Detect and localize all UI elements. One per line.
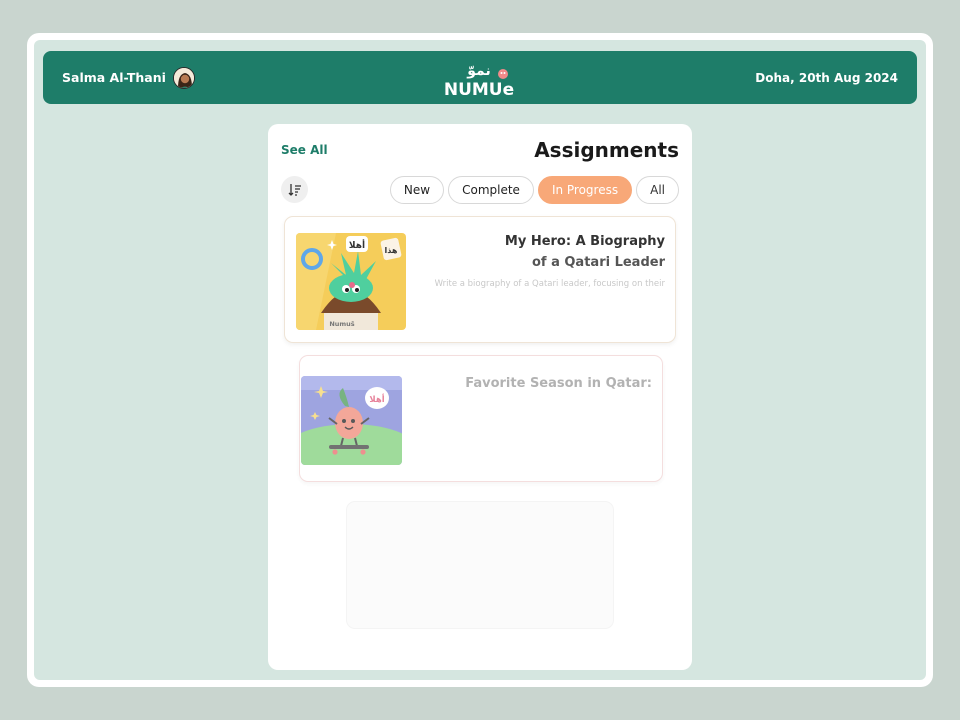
assignment-title-line-2: of a Qatari Leader [531,255,665,270]
filter-in-progress[interactable]: In Progress [537,176,633,204]
assignment-card-placeholder [346,501,614,629]
filter-complete[interactable]: Complete [448,176,534,204]
mascot-palm-illustration: أهلا هذا Numuš [296,233,406,330]
logo-graphic: نموّ NUMUe [444,63,514,100]
assignment-card[interactable]: أهلا Favorite Season in Qatar: [299,355,663,482]
thumb-brand: Numuš [329,320,354,328]
filter-new[interactable]: New [389,176,445,204]
see-all-link[interactable]: See All [281,143,328,157]
assignment-thumbnail: أهلا هذا Numuš [296,233,406,330]
assignment-card[interactable]: أهلا هذا Numuš My Hero: A Biography of a… [284,216,676,343]
numue-logo[interactable]: نموّ NUMUe [443,60,519,100]
logo-arabic: نموّ [466,63,490,79]
page-title: Assignments [534,138,679,162]
sort-button[interactable] [281,176,308,203]
user-name: Salma Al-Thani [62,70,166,85]
filter-tabs: New Complete In Progress All [389,176,679,204]
assignment-thumbnail: أهلا [301,376,402,465]
assignment-description: Write a biography of a Qatari leader, fo… [434,279,665,289]
filter-all[interactable]: All [636,176,679,204]
user-profile[interactable]: Salma Al-Thani [62,51,195,104]
thumb-speech-1: أهلا [369,393,384,405]
logo-latin: NUMUe [444,80,514,98]
thumb-speech-2: هذا [385,246,398,255]
date-location: Doha, 20th Aug 2024 [755,70,898,85]
assignment-title: My Hero: A Biography of a Qatari Leader [505,231,665,273]
avatar-illustration [173,67,194,88]
top-bar: Salma Al-Thani نموّ NUMUe Doha, 20th Aug… [43,51,917,104]
mascot-skateboard-illustration: أهلا [301,376,402,465]
assignment-title-line-1: My Hero: A Biography [504,234,665,249]
avatar[interactable] [172,66,195,89]
thumb-speech-1: أهلا [349,239,365,251]
assignments-panel: See All Assignments New Complete In Prog… [268,124,692,670]
assignment-title: Favorite Season in Qatar: [465,373,652,394]
sort-descending-icon [288,183,301,196]
assignment-title-line-1: Favorite Season in Qatar: [465,376,652,391]
